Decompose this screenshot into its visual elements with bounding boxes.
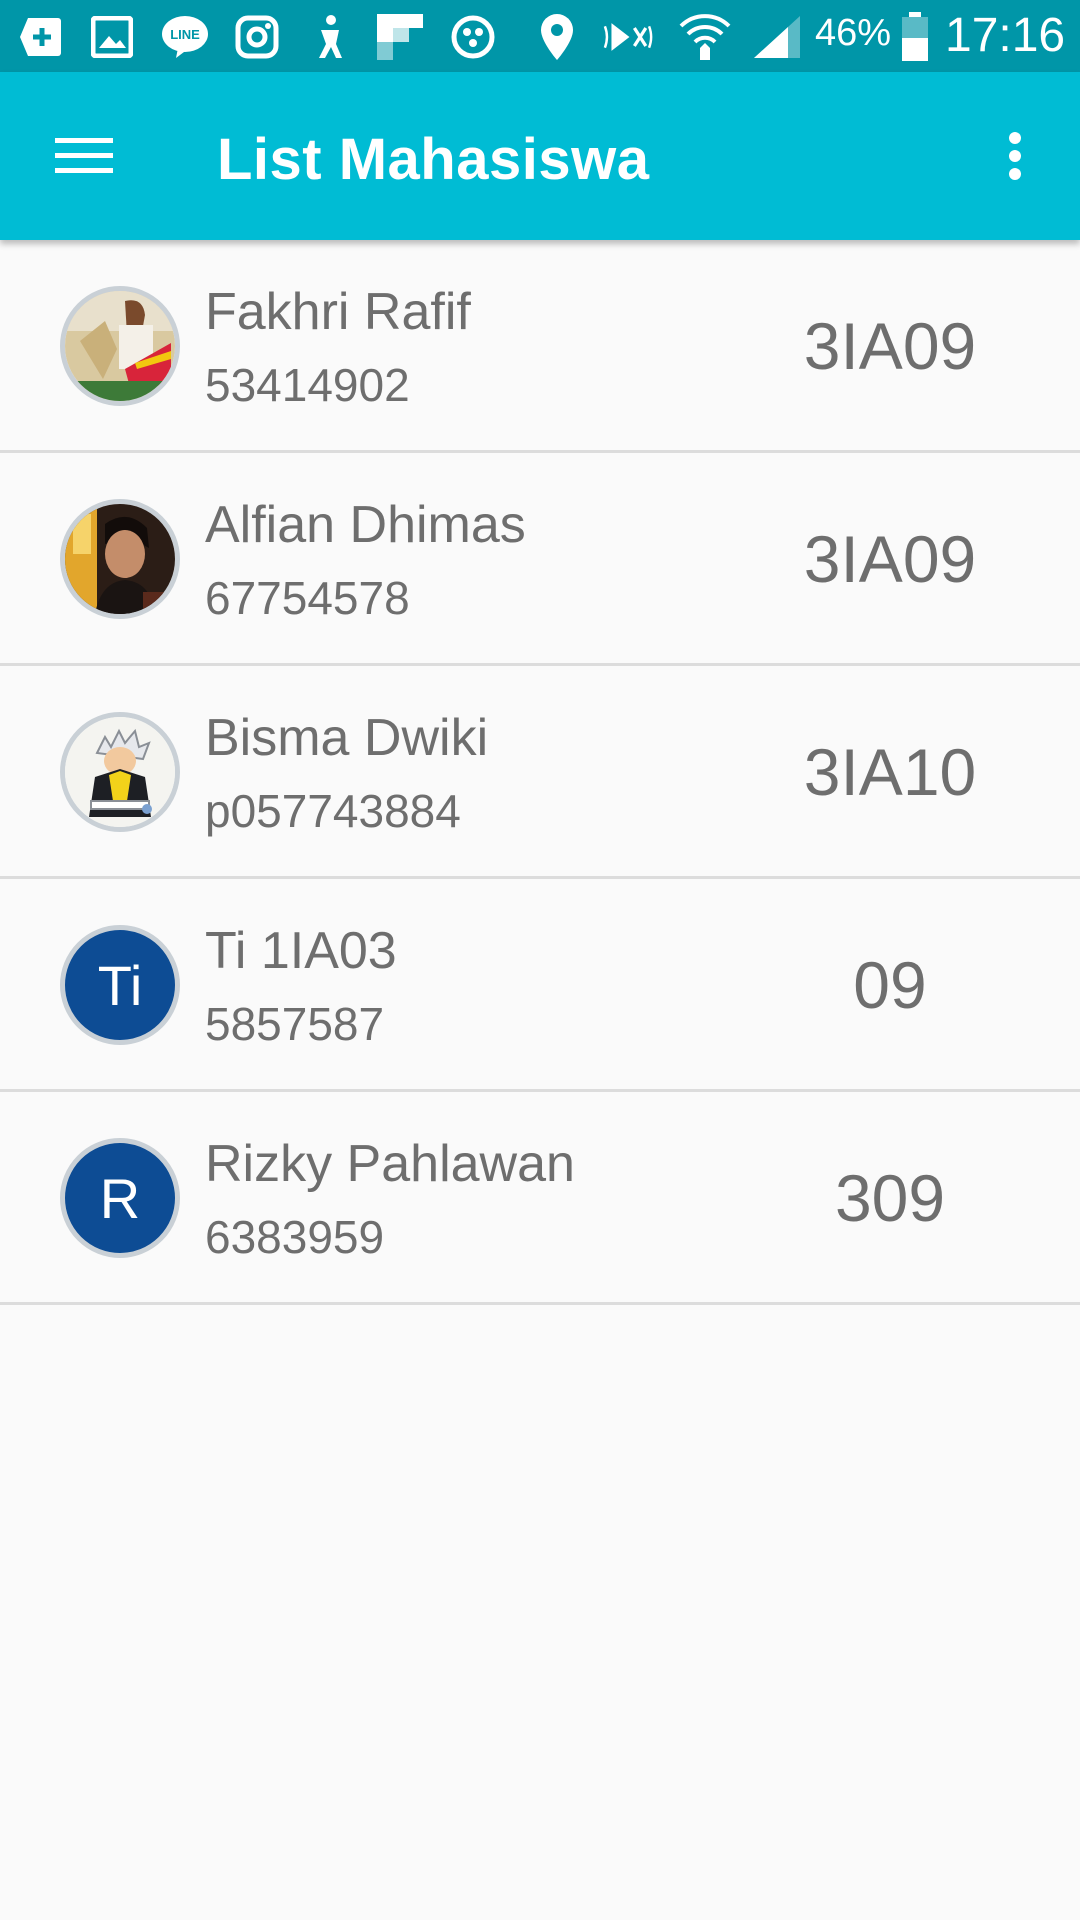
student-npm: 5857587	[205, 998, 385, 1050]
add-app-icon	[14, 10, 68, 64]
student-class: 3IA09	[803, 522, 977, 596]
student-npm: 67754578	[205, 572, 410, 624]
battery-percent: 46%	[815, 12, 892, 54]
student-name: Bisma Dwiki	[205, 709, 489, 767]
accessibility-icon	[302, 10, 356, 64]
status-time: 17:16	[945, 9, 1066, 62]
avatar: R	[60, 1138, 180, 1258]
line-app-icon: LINE	[158, 10, 212, 64]
location-icon	[530, 10, 584, 64]
more-vert-icon[interactable]	[985, 112, 1045, 200]
student-npm: 6383959	[205, 1211, 385, 1263]
wifi-icon	[678, 10, 732, 64]
svg-text:LINE: LINE	[170, 27, 200, 42]
avatar: Ti	[60, 925, 180, 1045]
ball-icon	[446, 10, 500, 64]
student-class: 309	[834, 1161, 946, 1235]
student-npm: p057743884	[205, 785, 461, 837]
app-bar: List Mahasiswa	[0, 72, 1080, 240]
student-name: Alfian Dhimas	[205, 496, 526, 554]
student-class: 3IA09	[803, 309, 977, 383]
list-item[interactable]: Fakhri Rafif 53414902 3IA09	[0, 240, 1080, 453]
signal-icon	[750, 10, 804, 64]
flipboard-icon	[373, 10, 427, 64]
list-item[interactable]: Bisma Dwiki p057743884 3IA10	[0, 666, 1080, 879]
hamburger-menu-icon[interactable]	[40, 112, 128, 200]
nfc-mute-icon	[600, 10, 654, 64]
student-list: Fakhri Rafif 53414902 3IA09 Alfian Dhima…	[0, 240, 1080, 1305]
battery-icon	[888, 10, 942, 64]
avatar	[60, 286, 180, 406]
image-icon	[85, 10, 139, 64]
student-class: 09	[853, 948, 927, 1022]
student-name: Ti 1IA03	[205, 922, 397, 980]
list-item[interactable]: R Rizky Pahlawan 6383959 309	[0, 1092, 1080, 1305]
avatar-initials: Ti	[97, 953, 143, 1017]
avatar	[60, 712, 180, 832]
instagram-icon	[230, 10, 284, 64]
avatar	[60, 499, 180, 619]
status-bar: LINE 46% 17:16	[0, 0, 1080, 72]
avatar-initials: R	[99, 1166, 141, 1230]
page-title: List Mahasiswa	[217, 127, 650, 192]
list-item[interactable]: Ti Ti 1IA03 5857587 09	[0, 879, 1080, 1092]
student-name: Fakhri Rafif	[205, 283, 471, 341]
student-npm: 53414902	[205, 359, 410, 411]
list-item[interactable]: Alfian Dhimas 67754578 3IA09	[0, 453, 1080, 666]
student-name: Rizky Pahlawan	[205, 1135, 575, 1193]
student-class: 3IA10	[803, 735, 977, 809]
